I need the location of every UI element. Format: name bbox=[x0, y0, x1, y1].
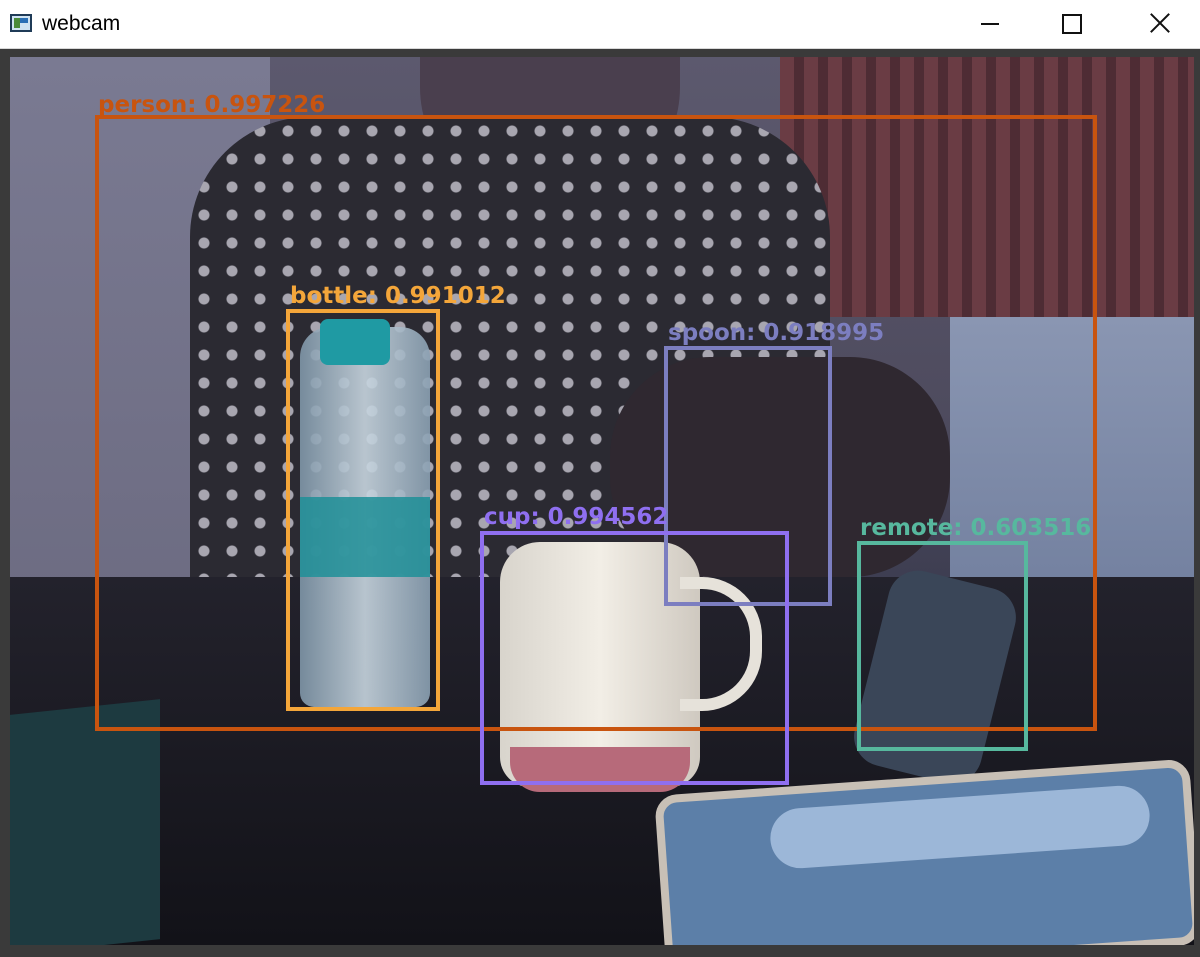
person-box bbox=[95, 115, 1097, 731]
cup-box bbox=[480, 531, 789, 785]
close-icon bbox=[1149, 10, 1171, 36]
spoon-box bbox=[664, 346, 832, 606]
webcam-feed: person: 0.997226 bottle: 0.991012 spoon:… bbox=[10, 57, 1194, 945]
app-icon bbox=[10, 14, 32, 32]
window-title: webcam bbox=[42, 12, 121, 35]
minimize-button[interactable] bbox=[958, 0, 1020, 48]
title-bar: webcam bbox=[0, 0, 1200, 49]
minimize-icon bbox=[981, 23, 999, 25]
spoon-label: spoon: 0.918995 bbox=[668, 320, 884, 346]
remote-label: remote: 0.603516 bbox=[860, 515, 1091, 541]
close-button[interactable] bbox=[1128, 0, 1190, 48]
maximize-icon bbox=[1062, 14, 1082, 34]
cup-label: cup: 0.994562 bbox=[484, 504, 668, 530]
maximize-button[interactable] bbox=[1040, 0, 1102, 48]
window-content: person: 0.997226 bottle: 0.991012 spoon:… bbox=[0, 49, 1200, 957]
bottle-label: bottle: 0.991012 bbox=[290, 283, 506, 309]
bottle-box bbox=[286, 309, 440, 711]
detection-overlay: person: 0.997226 bottle: 0.991012 spoon:… bbox=[95, 92, 1097, 785]
person-label: person: 0.997226 bbox=[98, 92, 325, 118]
remote-box bbox=[857, 541, 1028, 751]
